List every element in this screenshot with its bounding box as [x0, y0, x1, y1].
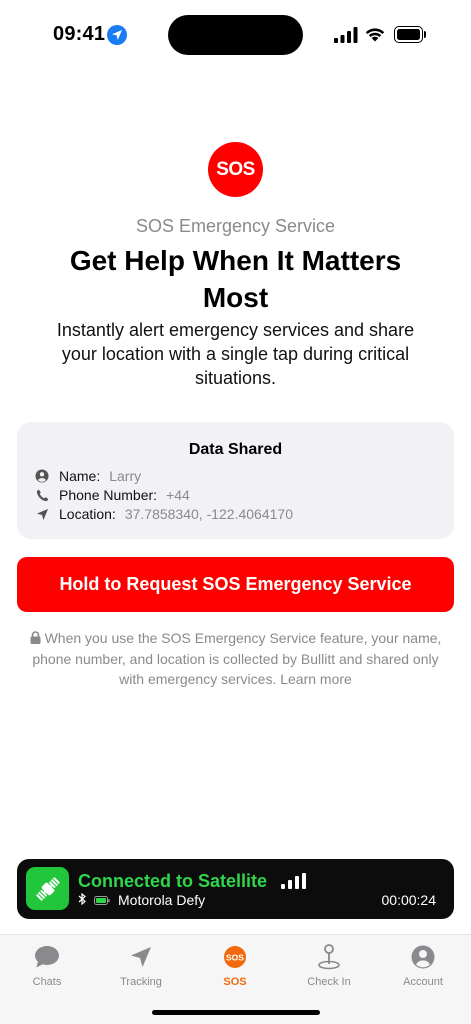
navigation-arrow-icon: [128, 944, 154, 970]
home-indicator[interactable]: [152, 1010, 320, 1015]
dynamic-island: [168, 15, 303, 55]
lock-icon: [30, 629, 41, 649]
tab-sos-label: SOS: [223, 976, 247, 988]
person-circle-icon: [35, 469, 49, 483]
privacy-disclaimer: When you use the SOS Emergency Service f…: [20, 628, 451, 689]
connection-timer: 00:00:24: [381, 892, 437, 908]
hold-sos-request-button[interactable]: Hold to Request SOS Emergency Service: [17, 557, 454, 612]
privacy-disclaimer-text: When you use the SOS Emergency Service f…: [32, 630, 442, 687]
svg-text:SOS: SOS: [226, 953, 244, 963]
tab-tracking[interactable]: Tracking: [94, 944, 188, 996]
sos-logo: SOS: [208, 142, 263, 197]
bluetooth-icon: [78, 892, 86, 908]
page-title: Get Help When It Matters Most: [69, 245, 402, 313]
data-value-phone: +44: [166, 487, 190, 503]
data-label-phone: Phone Number:: [59, 487, 158, 503]
tab-check-in-label: Check In: [307, 976, 351, 988]
tab-account[interactable]: Account: [376, 944, 470, 996]
data-row-location: Location: 37.7858340, -122.4064170: [35, 505, 293, 523]
page-description: Instantly alert emergency services and s…: [56, 320, 415, 388]
tab-account-label: Account: [403, 976, 443, 988]
satellite-device-row: Motorola Defy: [78, 892, 205, 908]
satellite-connection-title: Connected to Satellite: [78, 871, 268, 891]
location-arrow-icon: [35, 507, 49, 521]
tab-chats[interactable]: Chats: [0, 944, 94, 996]
sos-icon: SOS: [222, 944, 248, 970]
battery-icon: [394, 26, 426, 43]
data-row-name: Name: Larry: [35, 467, 141, 485]
status-bar: 09:41: [0, 0, 471, 70]
chat-bubble-icon: [34, 944, 60, 970]
cellular-signal-icon: [334, 27, 358, 43]
tab-tracking-label: Tracking: [120, 976, 162, 988]
data-shared-card: Data Shared Name: Larry Phone Number: +4…: [17, 422, 454, 539]
tab-sos[interactable]: SOS SOS: [188, 944, 282, 996]
wifi-icon: [365, 28, 385, 42]
service-eyebrow: SOS Emergency Service: [135, 216, 336, 236]
device-battery-icon: [94, 892, 110, 908]
data-row-phone: Phone Number: +44: [35, 486, 190, 504]
location-services-icon: [107, 25, 127, 45]
data-shared-title: Data Shared: [188, 441, 283, 458]
satellite-icon: [26, 867, 69, 910]
account-icon: [410, 944, 436, 970]
tab-chats-label: Chats: [32, 976, 62, 988]
data-value-location: 37.7858340, -122.4064170: [124, 506, 293, 522]
data-label-location: Location:: [59, 506, 116, 522]
data-label-name: Name:: [59, 468, 101, 484]
device-name: Motorola Defy: [118, 892, 206, 908]
data-value-name: Larry: [109, 468, 142, 484]
phone-icon: [35, 488, 49, 502]
tab-check-in[interactable]: Check In: [282, 944, 376, 996]
status-time: 09:41: [53, 23, 106, 45]
satellite-signal-icon: [281, 873, 306, 889]
satellite-status-bar[interactable]: Connected to Satellite Motorola Defy 00:…: [17, 859, 454, 919]
map-pin-icon: [316, 944, 342, 970]
